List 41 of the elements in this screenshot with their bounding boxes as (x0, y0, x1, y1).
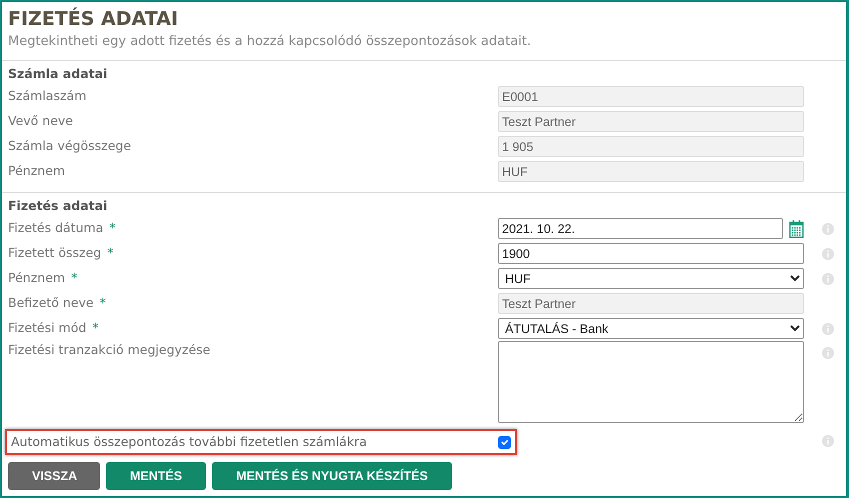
field-label: Számlaszám (8, 88, 86, 104)
field-label: Befizető neve (8, 295, 94, 310)
required-mark: * (107, 245, 114, 260)
text-field[interactable]: 1900 (498, 243, 804, 264)
field-label: Pénznem (8, 270, 66, 286)
info-icon[interactable] (822, 222, 834, 234)
readonly-field[interactable]: Teszt Partner (498, 111, 804, 132)
required-mark: * (109, 220, 116, 236)
note-field[interactable] (498, 341, 804, 423)
save-button[interactable]: MENTÉS (106, 462, 206, 490)
section-heading: Számla adatai (7, 65, 108, 83)
save-button[interactable]: MENTÉS ÉS NYUGTA KÉSZÍTÉS (212, 462, 452, 490)
date-field[interactable]: 2021. 10. 22. (498, 218, 784, 239)
required-mark: * (71, 270, 78, 286)
info-icon[interactable] (822, 435, 834, 447)
option-label: Automatikus összepontozás további fizetetlen számlákra (11, 432, 368, 451)
page-title: FIZETÉS ADATAI (8, 6, 180, 32)
calendar-icon[interactable] (789, 218, 804, 238)
field-label: Pénznem (8, 163, 66, 178)
field-label: Fizetési mód (8, 320, 86, 336)
readonly-field[interactable]: Teszt Partner (498, 293, 804, 314)
page-subtitle: Megtekintheti egy adott fizetés és a hozzá kapcsolódó összepontozások adatait. (8, 33, 532, 51)
required-mark: * (100, 295, 106, 310)
field-label: Számla végösszege (8, 138, 132, 154)
readonly-field[interactable]: HUF (498, 161, 804, 182)
readonly-field[interactable]: E0001 (498, 86, 804, 107)
required-mark: * (92, 320, 99, 336)
auto-checkbox[interactable] (498, 436, 511, 448)
dropdown[interactable]: HUF (498, 268, 804, 289)
field-label: Fizetés dátuma (8, 220, 104, 236)
field-label: Fizetési tranzakció megjegyzése (8, 342, 210, 357)
info-icon[interactable] (822, 272, 834, 284)
info-icon[interactable] (822, 248, 834, 260)
field-label: Vevő neve (8, 113, 73, 128)
field-label: Fizetett összeg (8, 245, 102, 260)
readonly-field[interactable]: 1 905 (498, 136, 804, 157)
info-icon[interactable] (822, 322, 834, 334)
back-button[interactable]: VISSZA (8, 462, 100, 490)
dropdown[interactable]: ÁTUTALÁS - Bank (498, 318, 804, 339)
info-icon[interactable] (822, 347, 834, 359)
section-heading: Fizetés adatai (7, 197, 108, 215)
